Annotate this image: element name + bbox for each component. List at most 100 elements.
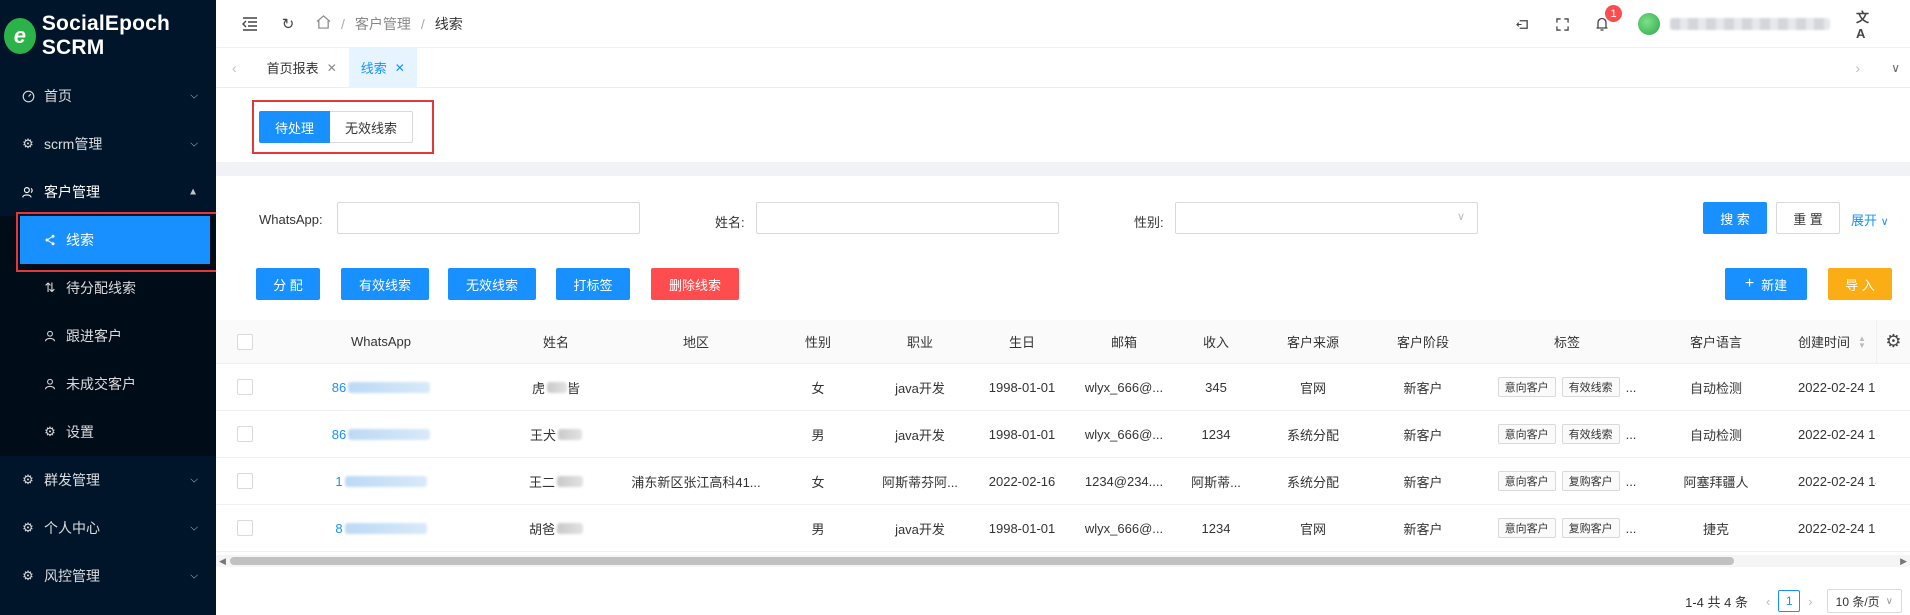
- row-checkbox-cell: [232, 505, 258, 551]
- sidebar-item-follow-customers[interactable]: 跟进客户: [0, 312, 216, 360]
- chevron-down-icon: ⌵: [190, 474, 198, 486]
- cell-job: java开发: [895, 521, 945, 537]
- gender-label: 性别:: [1134, 215, 1164, 230]
- cell-region: [626, 411, 766, 457]
- cell-whatsapp[interactable]: 1: [276, 458, 486, 504]
- sidebar-item-settings[interactable]: ⚙ 设置: [0, 408, 216, 456]
- top-header: ↻ / 客户管理 / 线索 1 文A: [216, 0, 1910, 48]
- sidebar-item-personal-center[interactable]: ⚙ 个人中心 ⌵: [0, 504, 216, 552]
- name-part: 皆: [567, 380, 581, 396]
- table-row[interactable]: 8 胡爸 男 java开发 1998-01-01 wlyx_666@... 12…: [216, 505, 1910, 552]
- home-icon[interactable]: [316, 15, 331, 32]
- sidebar-item-customer-management[interactable]: 客户管理 ▲: [0, 168, 216, 216]
- gear-icon: ⚙: [22, 568, 34, 583]
- sidebar-item-leads[interactable]: 线索: [20, 216, 210, 264]
- more-tags[interactable]: ...: [1626, 521, 1637, 536]
- sort-icon[interactable]: ▲ ▼: [1858, 334, 1866, 349]
- chevron-down-icon[interactable]: ∨: [1891, 61, 1900, 75]
- next-page-icon[interactable]: ›: [1808, 594, 1812, 609]
- cell-tags: 意向客户 复购客户...: [1478, 505, 1656, 551]
- close-icon[interactable]: ✕: [327, 61, 337, 75]
- tabs-scroll-left-icon[interactable]: ‹: [232, 60, 237, 76]
- more-tags[interactable]: ...: [1626, 474, 1637, 489]
- cell-job: java开发: [895, 380, 945, 396]
- close-icon[interactable]: ✕: [395, 61, 405, 75]
- chevron-down-icon: ∨: [1885, 595, 1893, 607]
- col-stage: 客户阶段: [1396, 335, 1449, 350]
- sidebar-item-label: scrm管理: [44, 136, 103, 152]
- more-tags[interactable]: ...: [1626, 427, 1637, 442]
- col-language: 客户语言: [1689, 335, 1742, 350]
- table-row[interactable]: 86 王犬 男 java开发 1998-01-01 wlyx_666@... 1…: [216, 411, 1910, 458]
- username-redacted[interactable]: [1670, 18, 1830, 30]
- tab-home-report[interactable]: 首页报表 ✕: [255, 48, 349, 88]
- col-created[interactable]: 创建时间 ▲ ▼: [1776, 320, 1876, 363]
- gender-select[interactable]: ∨: [1175, 202, 1478, 234]
- row-checkbox[interactable]: [237, 473, 253, 489]
- name-input[interactable]: [756, 202, 1059, 234]
- segment-pending[interactable]: 待处理: [259, 111, 331, 143]
- expand-link[interactable]: 展开 ∨: [1851, 210, 1889, 229]
- sidebar-item-scrm[interactable]: ⚙ scrm管理 ⌵: [0, 120, 216, 168]
- sidebar-item-pending-leads[interactable]: ⇅ 待分配线索: [0, 264, 216, 312]
- redacted-number: [344, 475, 427, 487]
- prev-page-icon[interactable]: ‹: [1766, 594, 1770, 609]
- assign-button[interactable]: 分 配: [256, 268, 320, 300]
- tag-chip: 意向客户: [1497, 424, 1556, 444]
- scrollbar-thumb[interactable]: [230, 557, 1734, 565]
- row-checkbox[interactable]: [237, 520, 253, 536]
- cell-language: 阿塞拜疆人: [1683, 474, 1749, 490]
- row-checkbox[interactable]: [237, 379, 253, 395]
- valid-leads-button[interactable]: 有效线索: [341, 268, 429, 300]
- new-button[interactable]: + 新建: [1725, 268, 1807, 300]
- notification-bell-icon[interactable]: 1: [1592, 5, 1622, 34]
- fullscreen-icon[interactable]: [1552, 14, 1572, 34]
- segment-invalid-leads[interactable]: 无效线索: [330, 111, 414, 143]
- sidebar-item-broadcast[interactable]: ⚙ 群发管理 ⌵: [0, 456, 216, 504]
- menu-fold-icon[interactable]: [240, 14, 260, 34]
- scroll-left-arrow-icon[interactable]: ◀: [219, 555, 226, 567]
- tabs-scroll-right-icon[interactable]: ›: [1855, 60, 1860, 76]
- exit-icon[interactable]: [1512, 14, 1532, 34]
- cell-whatsapp[interactable]: 86: [276, 364, 486, 410]
- cell-whatsapp[interactable]: 8: [276, 505, 486, 551]
- status-segment: 待处理 无效线索: [259, 111, 414, 143]
- import-button[interactable]: 导 入: [1828, 268, 1892, 300]
- table-horizontal-scrollbar[interactable]: ◀ ▶: [216, 555, 1910, 567]
- scroll-right-arrow-icon[interactable]: ▶: [1900, 555, 1907, 567]
- gear-icon[interactable]: ⚙: [1885, 331, 1901, 352]
- avatar[interactable]: [1638, 13, 1660, 35]
- cell-whatsapp[interactable]: 86: [276, 411, 486, 457]
- page-number-current[interactable]: 1: [1778, 590, 1801, 612]
- refresh-icon[interactable]: ↻: [278, 14, 298, 34]
- translate-icon[interactable]: 文A: [1856, 10, 1876, 41]
- reset-button[interactable]: 重 置: [1776, 202, 1840, 234]
- user-icon: [42, 328, 58, 344]
- col-source: 客户来源: [1286, 335, 1339, 350]
- invalid-leads-button[interactable]: 无效线索: [448, 268, 536, 300]
- app-title: SocialEpoch SCRM: [41, 12, 171, 59]
- tag-button[interactable]: 打标签: [556, 268, 630, 300]
- whatsapp-input[interactable]: [337, 202, 640, 234]
- leads-table: WhatsApp 姓名 地区 性别 职业 生日 邮箱 收入 客户来源 客户阶段 …: [216, 320, 1910, 552]
- page-size-select[interactable]: 10 条/页 ∨: [1826, 589, 1902, 613]
- cell-name: 王犬: [486, 411, 626, 457]
- delete-leads-button[interactable]: 删除线索: [651, 268, 739, 300]
- gear-icon: ⚙: [44, 424, 56, 439]
- tab-leads[interactable]: 线索 ✕: [348, 47, 417, 88]
- cell-stage: 新客户: [1403, 474, 1443, 490]
- breadcrumb-item[interactable]: 客户管理: [355, 14, 411, 34]
- app-logo[interactable]: e SocialEpoch SCRM: [0, 0, 216, 72]
- search-button[interactable]: 搜 索: [1703, 202, 1767, 234]
- sidebar-item-label: 跟进客户: [66, 328, 122, 344]
- row-checkbox[interactable]: [237, 426, 253, 442]
- sidebar-item-unclosed-customers[interactable]: 未成交客户: [0, 360, 216, 408]
- sidebar-item-home[interactable]: 首页 ⌵: [0, 72, 216, 120]
- table-row[interactable]: 86 虎皆 女 java开发 1998-01-01 wlyx_666@... 3…: [216, 364, 1910, 411]
- select-all-checkbox[interactable]: [237, 333, 253, 350]
- sidebar-item-risk-control[interactable]: ⚙ 风控管理 ⌵: [0, 552, 216, 600]
- name-part: 虎: [531, 380, 545, 396]
- more-tags[interactable]: ...: [1626, 380, 1637, 395]
- table-row[interactable]: 1 王二 浦东新区张江高科41... 女 阿斯蒂芬阿... 2022-02-16…: [216, 458, 1910, 505]
- sidebar-item-label: 线索: [66, 232, 94, 248]
